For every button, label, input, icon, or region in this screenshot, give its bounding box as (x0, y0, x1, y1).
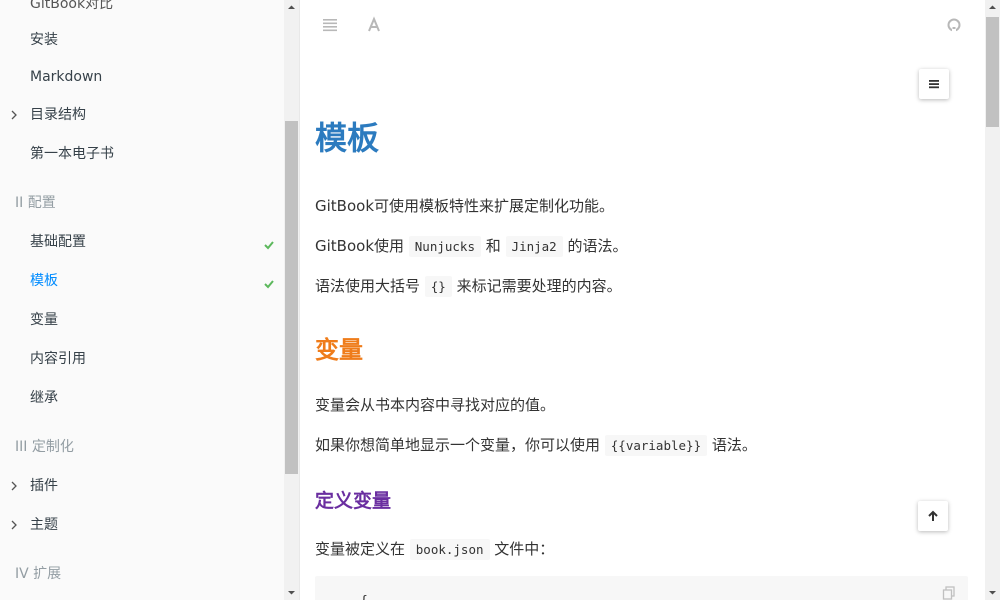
sidebar-section-extend: IV 扩展 (15, 566, 62, 582)
chevron-right-icon[interactable] (10, 519, 18, 531)
page-content: 模板 GitBook可使用模板特性来扩展定制化功能。 GitBook使用 Nun… (300, 0, 985, 600)
content-scrollbar-thumb[interactable] (986, 17, 999, 127)
sidebar-item-directory[interactable]: 目录结构 (30, 105, 86, 125)
sidebar-item-first-ebook[interactable]: 第一本电子书 (30, 144, 114, 164)
paragraph: GitBook可使用模板特性来扩展定制化功能。 (315, 197, 615, 215)
scroll-down-arrow-icon[interactable] (985, 585, 1000, 600)
menu-button[interactable] (919, 69, 949, 99)
scroll-up-arrow-icon[interactable] (985, 0, 1000, 15)
sidebar-item-variables[interactable]: 变量 (30, 310, 58, 330)
sidebar-item-markdown[interactable]: Markdown (30, 67, 102, 87)
paragraph: 变量被定义在 book.json 文件中： (315, 537, 554, 562)
sidebar-item-basic-config[interactable]: 基础配置 (30, 232, 86, 252)
inline-code: book.json (409, 539, 490, 560)
text: 变量被定义在 (315, 540, 410, 558)
text: GitBook使用 (315, 237, 409, 255)
chevron-right-icon[interactable] (10, 109, 18, 121)
inline-code: Jinja2 (505, 236, 563, 257)
text: 如果你想简单地显示一个变量，你可以使用 (315, 436, 605, 454)
scroll-down-arrow-icon[interactable] (284, 585, 299, 600)
page-title: 模板 (315, 119, 380, 157)
text: 的语法。 (562, 237, 628, 255)
copy-icon[interactable] (942, 585, 956, 600)
paragraph: GitBook使用 Nunjucks 和 Jinja2 的语法。 (315, 234, 627, 259)
sidebar-item-inheritance[interactable]: 继承 (30, 388, 58, 408)
text: 语法。 (707, 436, 757, 454)
sidebar-section-custom: III 定制化 (15, 439, 74, 455)
scroll-up-arrow-icon[interactable] (284, 0, 299, 15)
text: 来标记需要处理的内容。 (451, 277, 622, 295)
back-to-top-button[interactable] (918, 501, 948, 531)
inline-code: Nunjucks (408, 236, 481, 257)
code-line: { (360, 594, 368, 600)
sidebar-item-plugins[interactable]: 插件 (30, 476, 58, 496)
sidebar-item-gitbook-compare[interactable]: GitBook对比 (30, 0, 113, 14)
inline-code: {} (424, 276, 452, 297)
sidebar-item-content-ref[interactable]: 内容引用 (30, 349, 86, 369)
menu-icon (928, 75, 940, 94)
code-block: { (315, 576, 968, 600)
sidebar-item-themes[interactable]: 主题 (30, 515, 58, 535)
check-icon (263, 275, 275, 289)
section-heading: 变量 (315, 336, 363, 364)
subsection-heading: 定义变量 (315, 490, 392, 512)
paragraph: 语法使用大括号 {} 来标记需要处理的内容。 (315, 274, 622, 299)
text: 文件中： (489, 540, 555, 558)
text: 语法使用大括号 (315, 277, 425, 295)
paragraph: 如果你想简单地显示一个变量，你可以使用 {{variable}} 语法。 (315, 433, 757, 458)
paragraph: 变量会从书本内容中寻找对应的值。 (315, 396, 556, 414)
sidebar-scrollbar-thumb[interactable] (285, 121, 298, 474)
sidebar-item-template[interactable]: 模板 (30, 271, 58, 291)
sidebar-item-install[interactable]: 安装 (30, 30, 58, 50)
chevron-right-icon[interactable] (10, 480, 18, 492)
inline-code: {{variable}} (604, 435, 708, 456)
arrow-up-icon (927, 507, 939, 526)
text: 和 (481, 237, 506, 255)
sidebar: GitBook对比 安装 Markdown 目录结构 第一本电子书 II 配置 … (0, 0, 284, 600)
sidebar-section-config: II 配置 (15, 195, 56, 211)
check-icon (263, 236, 275, 250)
